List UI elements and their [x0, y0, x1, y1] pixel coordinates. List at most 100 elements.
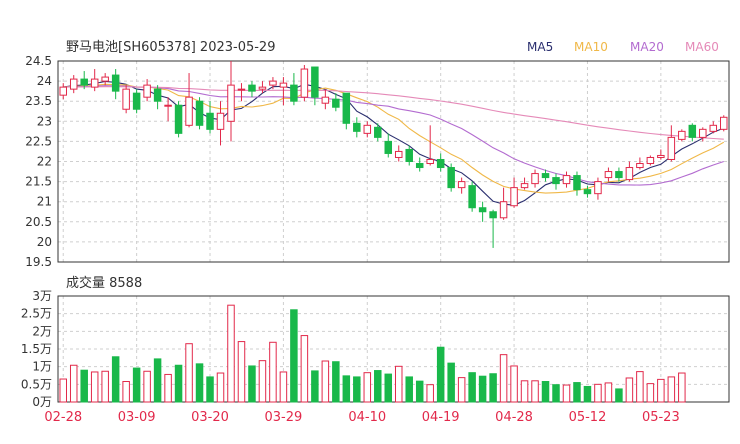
candle-body	[573, 175, 581, 191]
candle-body	[122, 88, 130, 110]
candle	[300, 65, 309, 102]
candle-body	[332, 98, 340, 108]
candle-body	[510, 187, 518, 207]
candle	[678, 129, 686, 142]
candle-body	[321, 96, 330, 104]
kline-y-tick-label: 20.5	[25, 215, 52, 229]
candle-body	[384, 140, 393, 154]
volume-bar	[363, 372, 372, 403]
candle-body	[594, 181, 602, 195]
legend-ma60: MA60	[685, 40, 719, 54]
candle-body	[80, 78, 88, 86]
candle	[436, 153, 445, 172]
candlestick-series	[59, 61, 728, 248]
candle	[646, 155, 655, 166]
candle-body	[374, 126, 382, 138]
kline-y-tick-label: 21	[37, 195, 52, 209]
stock-chart: 野马电池[SH605378] 2023-05-29 MA5 MA10 MA20 MA6…	[21, 40, 730, 425]
candle	[531, 169, 539, 188]
kline-y-tick-label: 19.5	[25, 255, 52, 269]
date-tick-label: 04-28	[495, 410, 533, 425]
candle-body	[489, 211, 497, 219]
moving-average-lines	[63, 80, 725, 206]
candle-body	[415, 163, 424, 169]
candle-body	[394, 150, 403, 158]
candle	[447, 163, 455, 192]
volume-bar	[520, 380, 529, 403]
candle-body	[353, 122, 361, 132]
volume-bar	[311, 370, 319, 403]
candle	[478, 201, 487, 222]
volume-bar	[195, 363, 204, 403]
candle	[101, 73, 109, 86]
volume-bar	[59, 378, 67, 403]
candle-body	[111, 74, 120, 92]
volume-bar	[426, 384, 434, 403]
candle-body	[478, 207, 487, 213]
candle	[625, 161, 634, 182]
kline-y-tick-label: 20	[37, 235, 52, 249]
volume-bar	[101, 370, 109, 403]
candle-body	[426, 158, 434, 165]
date-tick-label: 03-09	[118, 410, 156, 425]
candle-body	[248, 84, 256, 92]
candle-body	[153, 88, 162, 102]
candle-body	[457, 181, 466, 189]
candle-body	[699, 128, 707, 138]
volume-bar	[206, 376, 214, 403]
candle-body	[720, 116, 728, 130]
candle	[615, 167, 623, 182]
candle	[499, 187, 508, 220]
volume-bar	[237, 341, 246, 403]
candle	[248, 81, 256, 98]
candle-body	[657, 154, 665, 158]
candle	[552, 173, 560, 190]
candle	[573, 171, 581, 196]
candle	[562, 171, 571, 188]
candle	[90, 69, 99, 92]
candle	[594, 177, 602, 200]
candle	[415, 157, 424, 172]
candle	[195, 97, 204, 130]
volume-bar	[374, 370, 382, 403]
candle-body	[531, 173, 539, 185]
volume-bar	[69, 364, 78, 403]
candle-body	[520, 183, 529, 189]
candle	[384, 133, 393, 158]
volume-bar	[174, 364, 183, 403]
candle	[394, 145, 403, 162]
candle-body	[604, 171, 613, 179]
candle-body	[541, 173, 550, 179]
volume-bar	[594, 383, 602, 403]
volume-bar	[279, 371, 288, 403]
volume-y-tick-label: 2.5万	[21, 307, 52, 321]
volume-y-tick-label: 1万	[32, 360, 52, 374]
candle	[667, 125, 676, 162]
ma-line-ma60	[63, 86, 724, 140]
candle	[720, 115, 728, 132]
candle	[709, 121, 718, 134]
volume-bar	[90, 371, 99, 403]
volume-title: 成交量 8588	[66, 275, 142, 291]
volume-bar	[111, 356, 120, 403]
candle	[604, 167, 613, 182]
candle-body	[216, 112, 225, 130]
candle-body	[552, 177, 560, 185]
candle	[688, 123, 697, 142]
volume-bar	[394, 365, 403, 403]
volume-bar	[143, 370, 151, 403]
volume-y-tick-label: 1.5万	[21, 342, 52, 356]
volume-bar	[436, 346, 445, 403]
candle-body	[468, 185, 476, 209]
candle	[321, 89, 330, 110]
volume-bar	[405, 376, 413, 403]
volume-bar	[342, 375, 351, 403]
volume-bar	[415, 380, 424, 403]
candle-body	[227, 84, 235, 122]
date-tick-label: 03-20	[191, 410, 229, 425]
volume-bar	[384, 373, 393, 403]
candle-body	[300, 68, 309, 98]
candle-body	[311, 66, 319, 98]
candle-body	[185, 96, 193, 126]
candle-body	[279, 82, 288, 88]
